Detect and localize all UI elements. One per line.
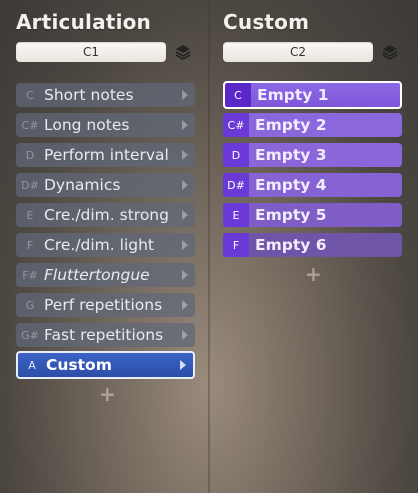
articulation-item[interactable]: G# Fast repetitions xyxy=(16,323,195,347)
articulation-item-label: Custom xyxy=(46,356,112,374)
articulation-item[interactable]: G Perf repetitions xyxy=(16,293,195,317)
articulation-item[interactable]: E Cre./dim. strong xyxy=(16,203,195,227)
custom-item[interactable]: D Empty 3 xyxy=(223,143,402,167)
key-label: E xyxy=(26,208,34,222)
custom-key-field[interactable]: C2 xyxy=(223,42,373,62)
key-label: C xyxy=(234,88,242,102)
key-label: F xyxy=(232,238,240,252)
custom-item-label: Empty 2 xyxy=(255,116,327,134)
custom-layers-button[interactable] xyxy=(379,41,401,63)
chevron-right-icon[interactable] xyxy=(180,240,190,250)
chevron-right-icon[interactable] xyxy=(180,270,190,280)
key-swatch: C xyxy=(225,83,251,107)
chevron-right-icon[interactable] xyxy=(180,300,190,310)
key-swatch: E xyxy=(223,203,249,227)
chevron-right-icon[interactable] xyxy=(178,360,188,370)
custom-item-label: Empty 4 xyxy=(255,176,327,194)
key-label: D xyxy=(25,148,35,162)
chevron-right-icon[interactable] xyxy=(180,330,190,340)
chevron-right-icon[interactable] xyxy=(180,90,190,100)
key-label: C xyxy=(26,88,34,102)
layers-icon xyxy=(382,45,398,60)
articulation-item-label: Dynamics xyxy=(44,176,121,194)
key-label: D xyxy=(231,148,241,162)
key-swatch: D# xyxy=(223,173,249,197)
articulation-layers-button[interactable] xyxy=(172,41,194,63)
articulation-item[interactable]: D# Dynamics xyxy=(16,173,195,197)
key-label: C# xyxy=(227,118,245,132)
articulation-item-label: Fluttertongue xyxy=(44,266,150,284)
custom-item[interactable]: C# Empty 2 xyxy=(223,113,402,137)
articulation-item-label: Long notes xyxy=(44,116,130,134)
custom-item-label: Empty 5 xyxy=(255,206,327,224)
custom-item-label: Empty 6 xyxy=(255,236,327,254)
custom-item[interactable]: C Empty 1 xyxy=(223,81,402,109)
custom-item-label: Empty 3 xyxy=(255,146,327,164)
key-label: F# xyxy=(22,268,38,282)
articulation-item[interactable]: C Short notes xyxy=(16,83,195,107)
chevron-right-icon[interactable] xyxy=(180,120,190,130)
articulation-item[interactable]: F# Fluttertongue xyxy=(16,263,195,287)
chevron-right-icon[interactable] xyxy=(180,150,190,160)
key-label: G xyxy=(25,298,35,312)
key-swatch: C# xyxy=(223,113,249,137)
articulation-item[interactable]: F Cre./dim. light xyxy=(16,233,195,257)
articulation-item-label: Short notes xyxy=(44,86,134,104)
articulation-item-label: Cre./dim. light xyxy=(44,236,154,254)
key-label: A xyxy=(28,358,36,372)
articulation-key-field[interactable]: C1 xyxy=(16,42,166,62)
articulation-item[interactable]: A Custom xyxy=(16,351,195,379)
key-label: G# xyxy=(21,328,39,342)
key-label: D# xyxy=(21,178,39,192)
custom-item[interactable]: D# Empty 4 xyxy=(223,173,402,197)
column-divider xyxy=(208,0,210,493)
custom-item-label: Empty 1 xyxy=(257,86,329,104)
chevron-right-icon[interactable] xyxy=(180,210,190,220)
articulation-title: Articulation xyxy=(16,10,151,34)
articulation-item-label: Cre./dim. strong xyxy=(44,206,169,224)
key-label: D# xyxy=(227,178,245,192)
key-swatch: F xyxy=(223,233,249,257)
articulation-add-button[interactable]: + xyxy=(99,382,116,406)
custom-item[interactable]: F Empty 6 xyxy=(223,233,402,257)
key-label: C# xyxy=(21,118,39,132)
articulation-item-label: Fast repetitions xyxy=(44,326,164,344)
articulation-item[interactable]: C# Long notes xyxy=(16,113,195,137)
articulation-item-label: Perform interval xyxy=(44,146,169,164)
key-label: F xyxy=(26,238,34,252)
custom-title: Custom xyxy=(223,10,310,34)
custom-add-button[interactable]: + xyxy=(305,262,322,286)
key-swatch: D xyxy=(223,143,249,167)
custom-item[interactable]: E Empty 5 xyxy=(223,203,402,227)
articulation-item[interactable]: D Perform interval xyxy=(16,143,195,167)
key-label: E xyxy=(232,208,240,222)
articulation-item-label: Perf repetitions xyxy=(44,296,163,314)
layers-icon xyxy=(175,45,191,60)
chevron-right-icon[interactable] xyxy=(180,180,190,190)
